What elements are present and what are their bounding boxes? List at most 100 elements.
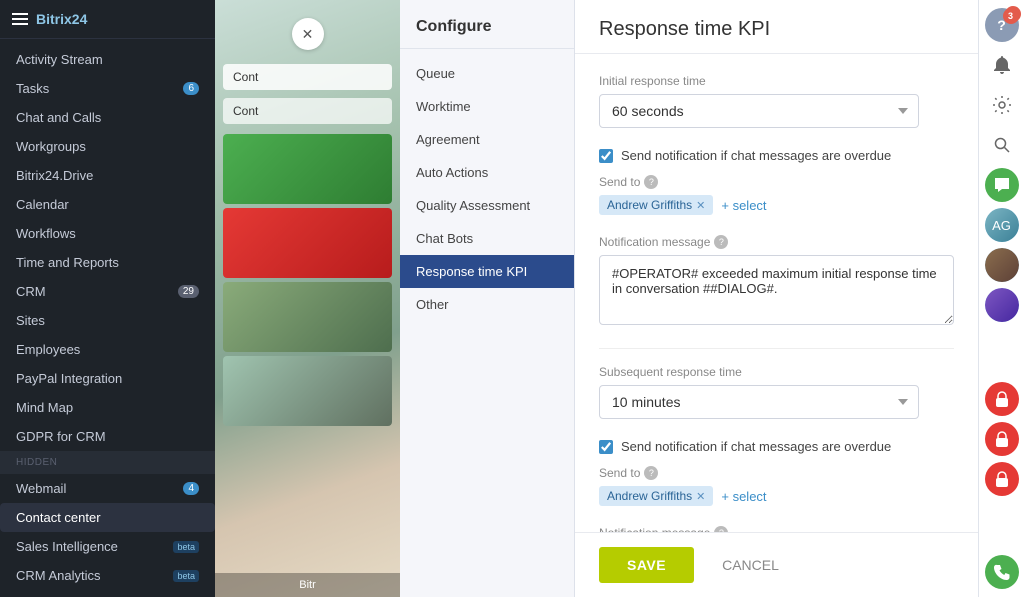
lock-icon-2[interactable]	[985, 422, 1019, 456]
sidebar-label: Sales Intelligence	[16, 539, 118, 554]
save-button[interactable]: SAVE	[599, 547, 694, 583]
initial-response-select[interactable]: 30 seconds 60 seconds 2 minutes 5 minute…	[599, 94, 919, 128]
remove-recipient-icon[interactable]: ✕	[696, 199, 705, 212]
subsequent-overdue-checkbox[interactable]	[599, 440, 613, 454]
initial-send-to-section: Send to ? Andrew Griffiths ✕ + select	[599, 175, 954, 215]
sidebar-item-sites[interactable]: Sites	[0, 306, 215, 335]
configure-nav-response-kpi[interactable]: Response time KPI	[400, 255, 574, 288]
configure-nav-auto-actions[interactable]: Auto Actions	[400, 156, 574, 189]
middle-block-red	[223, 208, 392, 278]
left-sidebar: Bitrix24 Activity Stream Tasks 6 Chat an…	[0, 0, 215, 597]
sidebar-item-crm-analytics[interactable]: CRM Analytics beta	[0, 561, 215, 590]
sidebar-item-tasks[interactable]: Tasks 6	[0, 74, 215, 103]
user-avatar-2[interactable]	[985, 248, 1019, 282]
sidebar-item-calendar[interactable]: Calendar	[0, 190, 215, 219]
configure-nav-quality[interactable]: Quality Assessment	[400, 189, 574, 222]
user-avatar-1[interactable]: AG	[985, 208, 1019, 242]
sidebar-label: Tasks	[16, 81, 49, 96]
configure-nav-other[interactable]: Other	[400, 288, 574, 321]
phone-icon-button[interactable]	[985, 555, 1019, 589]
initial-overdue-checkbox[interactable]	[599, 149, 613, 163]
subsequent-recipient-tag: Andrew Griffiths ✕	[599, 486, 713, 506]
sidebar-item-crm-marketing[interactable]: CRM Marketing beta	[0, 590, 215, 597]
initial-response-select-wrapper: 30 seconds 60 seconds 2 minutes 5 minute…	[599, 94, 919, 128]
settings-icon-button[interactable]	[985, 88, 1019, 122]
beta-badge: beta	[173, 570, 199, 582]
notification-help-icon[interactable]: ?	[714, 235, 728, 249]
middle-panel: ✕ Cont Cont Bitr	[215, 0, 400, 597]
sidebar-item-sales-intel[interactable]: Sales Intelligence beta	[0, 532, 215, 561]
hidden-label: HIDDEN	[0, 451, 215, 474]
lock-icon-1[interactable]	[985, 382, 1019, 416]
configure-nav-chat-bots[interactable]: Chat Bots	[400, 222, 574, 255]
search-icon-button[interactable]	[985, 128, 1019, 162]
initial-notification-section: Notification message ? #OPERATOR# exceed…	[599, 235, 954, 328]
sidebar-item-paypal[interactable]: PayPal Integration	[0, 364, 215, 393]
configure-nav-queue[interactable]: Queue	[400, 57, 574, 90]
logo-number: 24	[72, 11, 88, 27]
sidebar-item-workflows[interactable]: Workflows	[0, 219, 215, 248]
sidebar-item-workgroups[interactable]: Workgroups	[0, 132, 215, 161]
sidebar-item-contact-center[interactable]: Contact center	[0, 503, 215, 532]
avatar-image-2	[985, 248, 1019, 282]
subsequent-checkbox-row: Send notification if chat messages are o…	[599, 439, 954, 454]
sidebar-label: GDPR for CRM	[16, 429, 106, 444]
help-icon-button[interactable]: ?3	[985, 8, 1019, 42]
configure-nav-worktime[interactable]: Worktime	[400, 90, 574, 123]
subsequent-response-select-wrapper: 1 minute 2 minutes 5 minutes 10 minutes …	[599, 385, 919, 419]
sidebar-label: Workflows	[16, 226, 76, 241]
sidebar-item-gdpr[interactable]: GDPR for CRM	[0, 422, 215, 451]
close-panel-button[interactable]: ✕	[292, 18, 324, 50]
initial-select-link[interactable]: + select	[721, 198, 766, 213]
sidebar-nav: Activity Stream Tasks 6 Chat and Calls W…	[0, 39, 215, 597]
sidebar-label: Mind Map	[16, 400, 73, 415]
initial-notification-label: Notification message ?	[599, 235, 954, 249]
sidebar-item-employees[interactable]: Employees	[0, 335, 215, 364]
subsequent-response-section: Subsequent response time 1 minute 2 minu…	[599, 365, 954, 419]
sidebar-label: Webmail	[16, 481, 66, 496]
subsequent-send-to-row: Andrew Griffiths ✕ + select	[599, 486, 954, 506]
middle-block-photo2	[223, 356, 392, 426]
sidebar-label: Sites	[16, 313, 45, 328]
sidebar-item-mind-map[interactable]: Mind Map	[0, 393, 215, 422]
sidebar-item-crm[interactable]: CRM 29	[0, 277, 215, 306]
sidebar-item-activity-stream[interactable]: Activity Stream	[0, 45, 215, 74]
middle-tab[interactable]: Cont	[223, 64, 392, 90]
webmail-badge: 4	[183, 482, 199, 495]
send-to-help-icon[interactable]: ?	[644, 175, 658, 189]
avatar-image-3	[985, 288, 1019, 322]
sidebar-header: Bitrix24	[0, 0, 215, 39]
main-header: Response time KPI	[575, 0, 978, 54]
sidebar-label: Time and Reports	[16, 255, 119, 270]
crm-badge: 29	[178, 285, 199, 298]
cancel-button[interactable]: CANCEL	[706, 547, 795, 583]
hamburger-menu[interactable]	[12, 10, 28, 28]
sidebar-item-bitrix-drive[interactable]: Bitrix24.Drive	[0, 161, 215, 190]
sidebar-label: CRM Analytics	[16, 568, 101, 583]
initial-notification-textarea[interactable]: #OPERATOR# exceeded maximum initial resp…	[599, 255, 954, 325]
sidebar-item-time-reports[interactable]: Time and Reports	[0, 248, 215, 277]
subsequent-send-to-help-icon[interactable]: ?	[644, 466, 658, 480]
chat-icon-button[interactable]	[985, 168, 1019, 202]
subsequent-response-select[interactable]: 1 minute 2 minutes 5 minutes 10 minutes …	[599, 385, 919, 419]
sidebar-item-webmail[interactable]: Webmail 4	[0, 474, 215, 503]
user-avatar-3[interactable]	[985, 288, 1019, 322]
middle-block-photo	[223, 282, 392, 352]
subsequent-select-link[interactable]: + select	[721, 489, 766, 504]
initial-send-to-row: Andrew Griffiths ✕ + select	[599, 195, 954, 215]
sidebar-label: Activity Stream	[16, 52, 103, 67]
middle-bottom-text: Bitr	[215, 573, 400, 597]
configure-panel: Configure Queue Worktime Agreement Auto …	[400, 0, 575, 597]
sidebar-item-chat-calls[interactable]: Chat and Calls	[0, 103, 215, 132]
subsequent-remove-recipient-icon[interactable]: ✕	[696, 490, 705, 503]
notification-bell-button[interactable]	[985, 48, 1019, 82]
configure-nav-agreement[interactable]: Agreement	[400, 123, 574, 156]
avatar-image-1: AG	[985, 208, 1019, 242]
logo-text: Bitrix	[36, 11, 72, 27]
beta-badge: beta	[173, 541, 199, 553]
sidebar-label: Chat and Calls	[16, 110, 101, 125]
sidebar-label: Workgroups	[16, 139, 86, 154]
app-logo: Bitrix24	[36, 11, 87, 27]
lock-icon-3[interactable]	[985, 462, 1019, 496]
initial-checkbox-row: Send notification if chat messages are o…	[599, 148, 954, 163]
